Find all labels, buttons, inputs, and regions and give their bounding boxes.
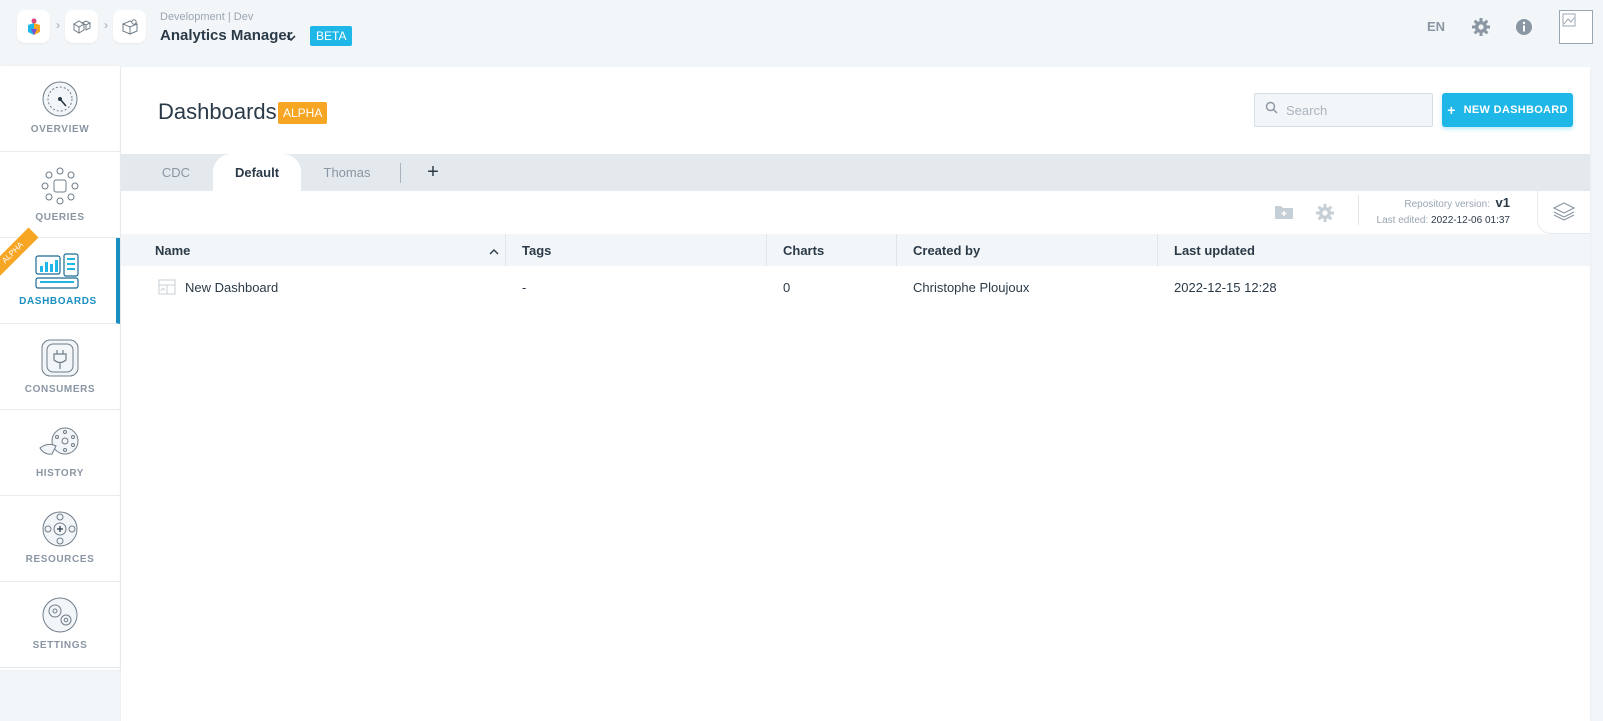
sidebar-item-label: OVERVIEW xyxy=(30,124,90,135)
gauge-icon xyxy=(42,81,78,117)
column-label: Charts xyxy=(783,242,825,258)
column-header-created-by[interactable]: Created by xyxy=(897,234,1158,266)
column-label: Name xyxy=(155,242,191,258)
environment-label: Development | Dev xyxy=(160,11,254,23)
dashboard-name: New Dashboard xyxy=(185,279,279,295)
dashboard-creator: Christophe Ploujoux xyxy=(913,279,1030,295)
column-header-charts[interactable]: Charts xyxy=(767,234,897,266)
sidebar-item-settings[interactable]: SETTINGS xyxy=(0,582,120,668)
add-tab-button[interactable]: + xyxy=(421,159,445,185)
sidebar-item-label: SETTINGS xyxy=(32,640,88,651)
alpha-badge: ALPHA xyxy=(278,102,328,124)
column-label: Created by xyxy=(913,242,981,258)
info-icon[interactable] xyxy=(1515,18,1533,41)
plug-icon xyxy=(41,339,79,377)
column-header-last-updated[interactable]: Last updated xyxy=(1158,234,1590,266)
new-dashboard-label: NEW DASHBOARD xyxy=(1463,104,1568,116)
cell-name: New Dashboard xyxy=(142,266,506,308)
sidebar-item-label: RESOURCES xyxy=(25,554,95,565)
column-header-tags[interactable]: Tags xyxy=(506,234,767,266)
toolbar-divider xyxy=(1358,195,1359,225)
sidebar-item-label: CONSUMERS xyxy=(24,384,96,395)
beta-badge: BETA xyxy=(310,26,353,46)
table-header: Name Tags Charts Created by Last updated xyxy=(121,234,1590,266)
cell-created-by: Christophe Ploujoux xyxy=(897,266,1158,308)
dashboard-charts-icon xyxy=(35,253,79,289)
history-icon xyxy=(39,427,79,455)
app-logo-icon[interactable] xyxy=(17,10,50,43)
breadcrumb-separator-icon: › xyxy=(56,18,60,32)
settings-gears-icon xyxy=(42,597,78,633)
tab-bar: CDC Default Thomas + xyxy=(121,154,1590,191)
tab-label: Default xyxy=(234,165,280,180)
sidebar-item-consumers[interactable]: CONSUMERS xyxy=(0,324,120,410)
last-edited: Last edited: 2022-12-06 01:37 xyxy=(1377,215,1510,226)
column-label: Last updated xyxy=(1174,242,1255,258)
sidebar-item-label: HISTORY xyxy=(35,468,85,479)
last-edited-value: 2022-12-06 01:37 xyxy=(1431,215,1510,226)
repository-version: Repository version: v1 xyxy=(1404,195,1510,210)
layers-button[interactable] xyxy=(1537,188,1590,234)
network-icon xyxy=(41,167,79,205)
main-panel: Dashboards ALPHA + NEW DASHBOARD CDC Def… xyxy=(121,67,1590,721)
box-icon[interactable] xyxy=(113,10,146,43)
search-icon xyxy=(1265,101,1278,119)
dashboard-tags: - xyxy=(522,279,527,295)
page-title: Dashboards xyxy=(158,99,277,124)
tab-default[interactable]: Default xyxy=(213,154,301,191)
column-header-name[interactable]: Name xyxy=(139,234,506,266)
last-edited-label: Last edited: xyxy=(1376,215,1429,226)
breadcrumb-separator-icon: › xyxy=(104,18,108,32)
language-selector[interactable]: EN xyxy=(1427,19,1445,34)
column-label: Tags xyxy=(522,242,552,258)
sidebar-item-history[interactable]: HISTORY xyxy=(0,410,120,496)
sidebar-item-queries[interactable]: QUERIES xyxy=(0,152,120,238)
sort-ascending-icon[interactable] xyxy=(489,244,499,259)
folder-add-icon[interactable] xyxy=(1274,204,1294,225)
search-input[interactable] xyxy=(1286,102,1426,118)
gear-icon[interactable] xyxy=(1471,17,1491,42)
resources-icon xyxy=(42,511,78,547)
tab-label: Thomas xyxy=(323,165,371,180)
avatar[interactable] xyxy=(1559,10,1593,44)
search-box[interactable] xyxy=(1254,93,1433,127)
tab-thomas[interactable]: Thomas xyxy=(307,154,387,191)
tab-divider xyxy=(400,163,401,183)
top-bar: › › Development | Dev Analytics Manager … xyxy=(0,0,1603,66)
plus-icon: + xyxy=(1447,102,1456,118)
sidebar-item-overview[interactable]: OVERVIEW xyxy=(0,66,120,152)
sidebar-item-resources[interactable]: RESOURCES xyxy=(0,496,120,582)
repository-version-label: Repository version: xyxy=(1404,199,1490,210)
cell-tags: - xyxy=(506,266,767,308)
tab-cdc[interactable]: CDC xyxy=(137,154,215,191)
dashboard-icon xyxy=(158,279,176,295)
layers-icon xyxy=(1552,201,1576,221)
tab-label: CDC xyxy=(161,165,191,180)
repository-version-value: v1 xyxy=(1495,195,1510,210)
cell-last-updated: 2022-12-15 12:28 xyxy=(1158,266,1558,308)
repository-settings-icon[interactable] xyxy=(1315,203,1335,228)
app-name[interactable]: Analytics Manager xyxy=(160,27,293,44)
sidebar-item-label: DASHBOARDS xyxy=(19,296,97,307)
new-dashboard-button[interactable]: + NEW DASHBOARD xyxy=(1442,93,1573,127)
sidebar-item-dashboards[interactable]: ALPHA DASHBOARDS xyxy=(0,227,120,324)
chevron-down-icon[interactable] xyxy=(286,29,296,47)
cell-charts: 0 xyxy=(767,266,897,308)
table-row[interactable]: New Dashboard - 0 Christophe Ploujoux 20… xyxy=(121,266,1590,308)
sidebar: OVERVIEW QUERIES ALPHA DASHBOARDS CONSUM… xyxy=(0,66,120,670)
cubes-icon[interactable] xyxy=(65,10,98,43)
dashboard-last-updated: 2022-12-15 12:28 xyxy=(1174,279,1277,295)
dashboard-charts-count: 0 xyxy=(783,279,791,295)
sidebar-item-label: QUERIES xyxy=(35,212,85,223)
